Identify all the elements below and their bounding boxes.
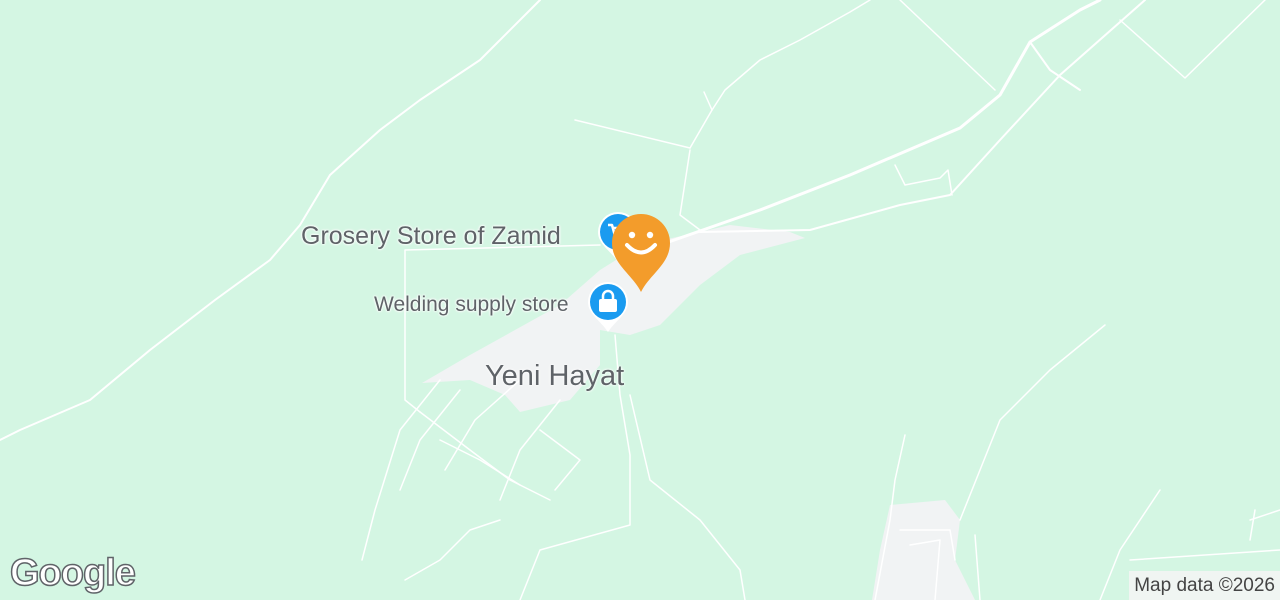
google-logo: Google <box>9 551 136 595</box>
smiley-icon <box>612 213 670 292</box>
poi-label-grocery[interactable]: Grosery Store of Zamid <box>301 222 561 251</box>
user-location-marker[interactable] <box>610 212 672 294</box>
town-label: Yeni Hayat <box>485 360 625 392</box>
poi-label-welding[interactable]: Welding supply store <box>374 293 569 317</box>
map-canvas[interactable] <box>0 0 1280 600</box>
urban-area-south <box>872 500 975 600</box>
map-attribution[interactable]: Map data ©2026 <box>1129 571 1280 600</box>
